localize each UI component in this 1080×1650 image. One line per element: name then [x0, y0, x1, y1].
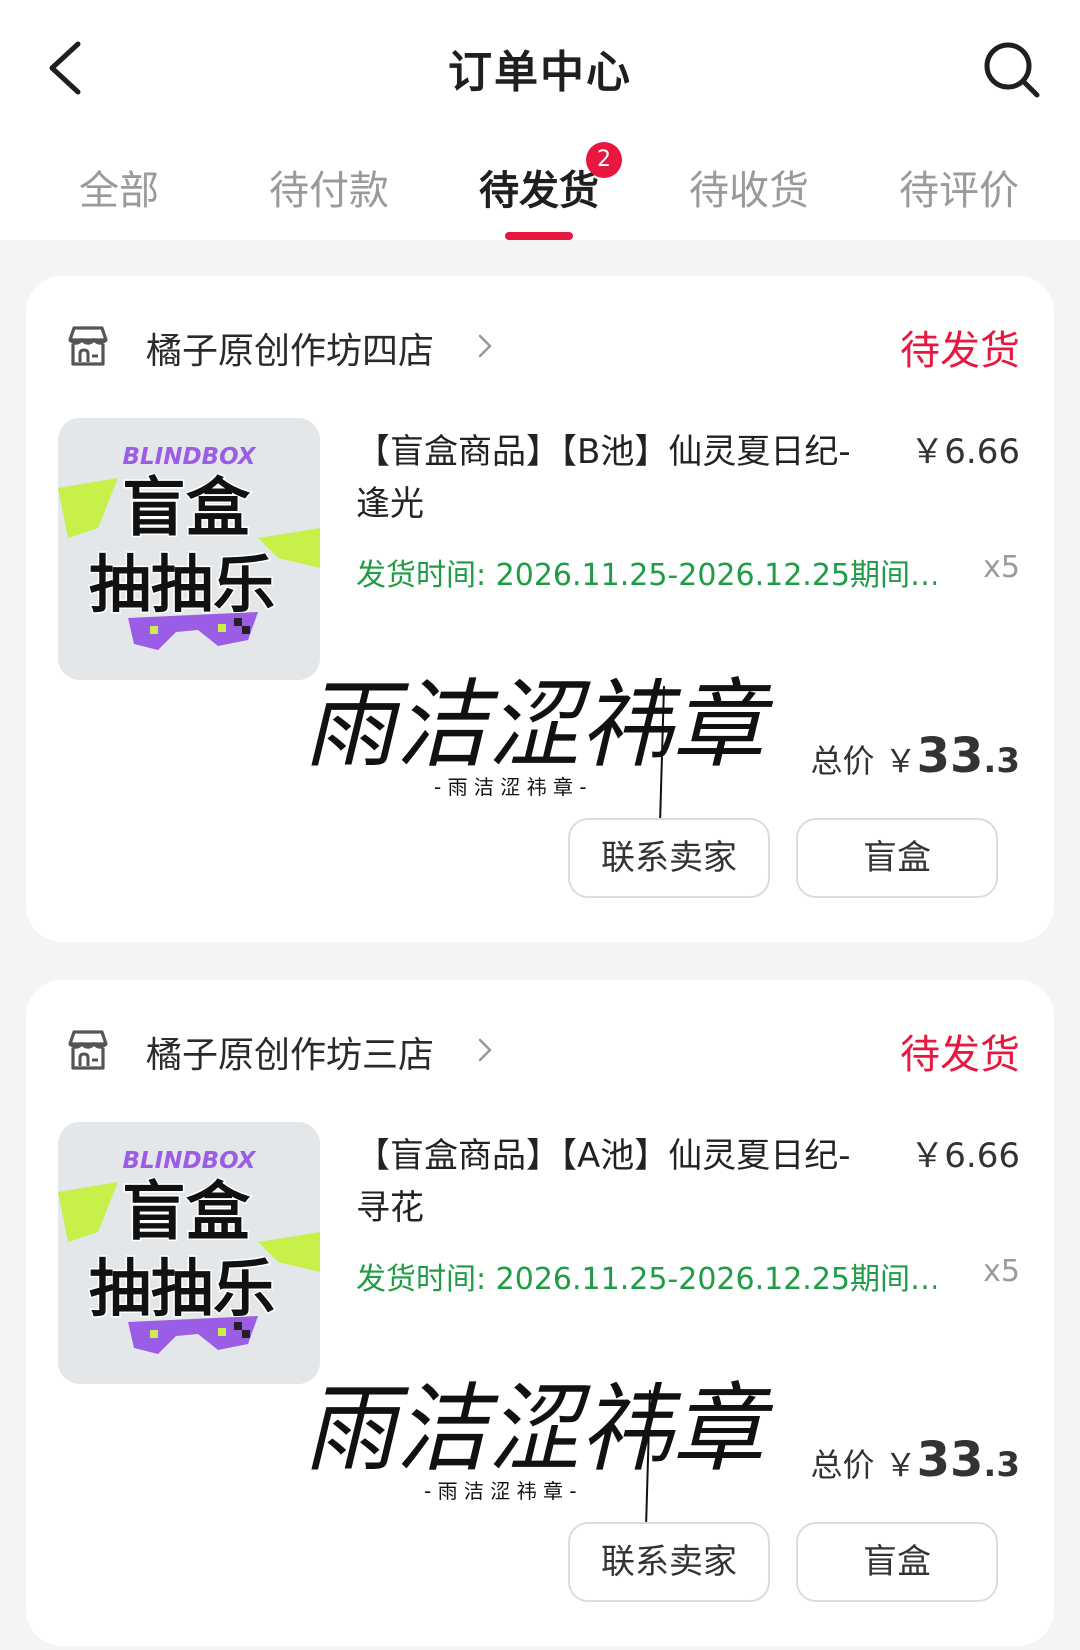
contact-seller-button[interactable]: 联系卖家: [568, 818, 770, 898]
thumb-brand: BLINDBOX: [122, 444, 256, 470]
quantity: x5: [983, 1254, 1020, 1289]
order-card[interactable]: 橘子原创作坊三店 待发货 BLINDBOX 盲盒 抽抽乐 【盲盒商品】【A池】仙…: [26, 980, 1054, 1646]
total-decimal: .3: [983, 741, 1020, 781]
thumb-line2: 抽抽乐: [89, 548, 275, 621]
order-status: 待发货: [900, 328, 1020, 374]
signature-main: 雨洁涩祎章: [304, 669, 774, 781]
total-label: 总价 ￥: [810, 1446, 917, 1484]
chevron-right-icon[interactable]: [476, 332, 494, 360]
quantity: x5: [983, 550, 1020, 585]
signature-sub: - 雨 洁 涩 祎 章 -: [434, 775, 587, 799]
tab-count-badge: 2: [586, 142, 622, 178]
tab-pending-review[interactable]: 待评价: [854, 158, 1064, 216]
signature-watermark: 雨洁涩祎章 - 雨 洁 涩 祎 章 -: [294, 646, 814, 836]
thumb-line2: 抽抽乐: [89, 1252, 275, 1325]
order-total: 总价 ￥33.3: [810, 1432, 1020, 1488]
thumb-brand: BLINDBOX: [122, 1148, 256, 1174]
total-amount: 33: [916, 728, 984, 784]
shipping-time: 发货时间: 2026.11.25-2026.12.25期间…: [356, 1262, 936, 1297]
order-status: 待发货: [900, 1032, 1020, 1078]
top-bar: 订单中心 全部 待付款 待发货 待收货 待评价: [0, 0, 1080, 240]
order-card[interactable]: 橘子原创作坊四店 待发货 BLINDBOX 盲盒 抽抽乐 【盲盒商品】【B池】仙…: [26, 276, 1054, 942]
signature-sub: - 雨 洁 涩 祎 章 -: [424, 1479, 577, 1503]
signature-watermark: 雨洁涩祎章 - 雨 洁 涩 祎 章 -: [294, 1350, 814, 1540]
shop-name[interactable]: 橘子原创作坊四店: [146, 322, 434, 374]
unit-price: ￥6.66: [910, 1136, 1020, 1176]
blindbox-artwork: BLINDBOX 盲盒 抽抽乐: [58, 418, 320, 680]
signature-main: 雨洁涩祎章: [304, 1373, 774, 1485]
unit-price: ￥6.66: [910, 432, 1020, 472]
shop-name[interactable]: 橘子原创作坊三店: [146, 1026, 434, 1078]
thumb-line1: 盲盒: [122, 1176, 251, 1250]
thumb-line1: 盲盒: [122, 472, 251, 546]
store-icon: [68, 326, 108, 366]
chevron-right-icon[interactable]: [476, 1036, 494, 1064]
search-icon[interactable]: [982, 40, 1042, 100]
product-title[interactable]: 【盲盒商品】【B池】仙灵夏日纪-逢光: [356, 426, 856, 530]
store-icon: [68, 1030, 108, 1070]
blindbox-button[interactable]: 盲盒: [796, 818, 998, 898]
active-tab-indicator: [505, 232, 573, 240]
blindbox-artwork: BLINDBOX 盲盒 抽抽乐: [58, 1122, 320, 1384]
total-decimal: .3: [983, 1445, 1020, 1485]
order-total: 总价 ￥33.3: [810, 728, 1020, 784]
shipping-time: 发货时间: 2026.11.25-2026.12.25期间…: [356, 558, 936, 593]
tab-all[interactable]: 全部: [14, 158, 224, 216]
blindbox-button[interactable]: 盲盒: [796, 1522, 998, 1602]
product-thumbnail[interactable]: BLINDBOX 盲盒 抽抽乐: [58, 1122, 320, 1384]
product-thumbnail[interactable]: BLINDBOX 盲盒 抽抽乐: [58, 418, 320, 680]
total-label: 总价 ￥: [810, 742, 917, 780]
product-title[interactable]: 【盲盒商品】【A池】仙灵夏日纪-寻花: [356, 1130, 856, 1234]
contact-seller-button[interactable]: 联系卖家: [568, 1522, 770, 1602]
order-tabs: 全部 待付款 待发货 待收货 待评价: [0, 150, 1080, 240]
total-amount: 33: [916, 1432, 984, 1488]
tab-pending-payment[interactable]: 待付款: [224, 158, 434, 216]
page-title: 订单中心: [448, 47, 632, 98]
tab-pending-receipt[interactable]: 待收货: [644, 158, 854, 216]
